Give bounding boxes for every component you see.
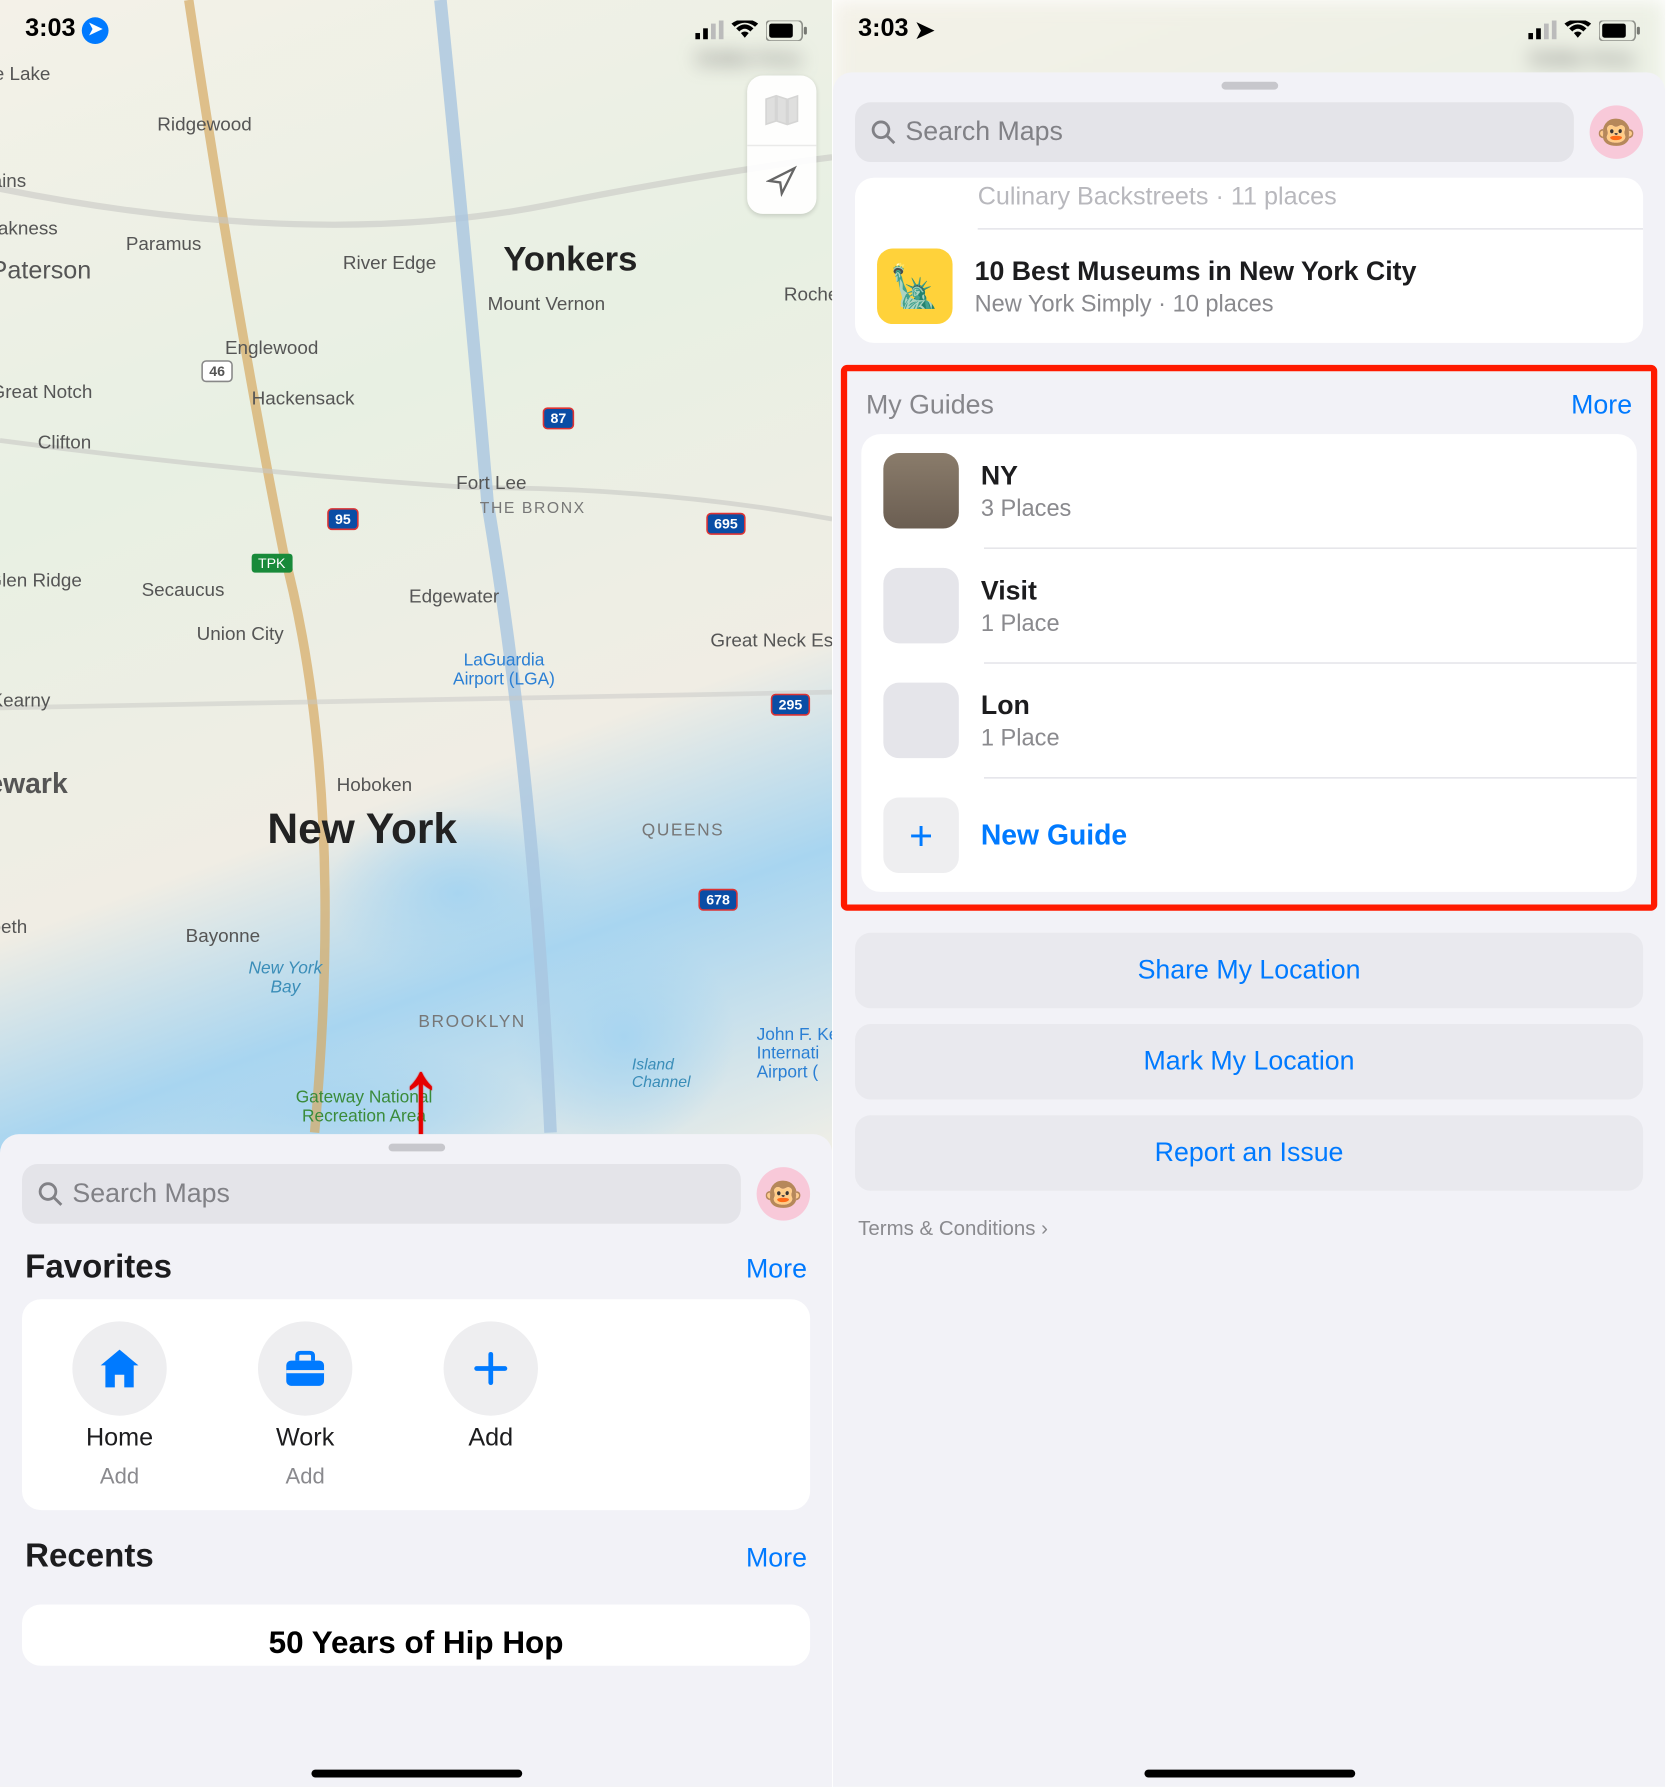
my-guides-more-link[interactable]: More [1571,390,1632,421]
location-services-icon: ➤ [82,17,109,44]
favorite-home[interactable]: Home Add [38,1321,202,1488]
report-issue-button[interactable]: Report an Issue [855,1115,1643,1191]
sheet-grabber[interactable] [1221,82,1278,90]
my-guides-title: My Guides [866,390,994,421]
profile-avatar[interactable]: 🐵 [757,1167,810,1220]
status-bar: 3:03 ➤ [833,0,1665,53]
search-icon [38,1181,63,1206]
home-indicator[interactable] [1144,1770,1355,1778]
home-indicator[interactable] [311,1770,522,1778]
guide-thumbnail [883,683,959,759]
favorites-more-link[interactable]: More [746,1254,807,1285]
my-guides-highlight: My Guides More NY 3 Places Visit 1 Plac [841,365,1657,911]
my-guide-visit[interactable]: Visit 1 Place [861,549,1636,662]
mark-my-location-button[interactable]: Mark My Location [855,1024,1643,1100]
my-guide-ny[interactable]: NY 3 Places [861,434,1636,547]
search-input[interactable]: Search Maps [855,102,1574,162]
my-guide-lon[interactable]: Lon 1 Place [861,664,1636,777]
guide-thumbnail-icon: 🗽 [877,249,953,325]
plus-icon [444,1321,538,1415]
home-icon [72,1321,166,1415]
battery-icon [766,20,807,40]
favorites-title: Favorites [25,1249,172,1287]
wifi-icon [1564,20,1591,39]
profile-avatar[interactable]: 🐵 [1590,105,1643,158]
my-guides-list: NY 3 Places Visit 1 Place Lon [861,434,1636,892]
favorites-card: Home Add Work Add Add [22,1299,810,1510]
map-controls [747,76,816,214]
status-bar: 3:03 ➤ [0,0,832,53]
cellular-icon [695,20,723,39]
search-icon [871,120,896,145]
search-placeholder: Search Maps [72,1178,230,1209]
favorite-work[interactable]: Work Add [223,1321,387,1488]
guide-thumbnail [883,568,959,644]
recents-more-link[interactable]: More [746,1543,807,1574]
chevron-right-icon: › [1041,1216,1048,1240]
sheet-grabber[interactable] [388,1144,445,1152]
previous-guide-partial: Culinary Backstreets · 11 places [855,178,1643,228]
terms-link[interactable]: Terms & Conditions › [833,1206,1665,1248]
new-guide-button[interactable]: + New Guide [861,779,1636,892]
work-icon [258,1321,352,1415]
plus-icon: + [883,798,959,874]
battery-icon [1599,20,1640,40]
locate-me-button[interactable] [747,145,816,214]
map-mode-button[interactable] [747,76,816,145]
wifi-icon [731,20,758,39]
bottom-sheet-expanded[interactable]: Search Maps 🐵 Culinary Backstreets · 11 … [833,72,1665,1787]
search-input[interactable]: Search Maps [22,1164,741,1224]
favorite-add[interactable]: Add [409,1321,573,1488]
guides-editorial-card: Culinary Backstreets · 11 places 🗽 10 Be… [855,178,1643,343]
location-services-icon: ➤ [915,16,935,44]
bottom-sheet[interactable]: Search Maps 🐵 Favorites More Home Add Wo… [0,1134,832,1787]
editorial-guide-museums[interactable]: 🗽 10 Best Museums in New York City New Y… [855,230,1643,343]
guide-thumbnail [883,453,959,529]
share-my-location-button[interactable]: Share My Location [855,933,1643,1009]
status-time: 3:03 [858,16,908,44]
search-placeholder: Search Maps [905,116,1063,147]
recents-title: Recents [25,1538,154,1576]
status-time: 3:03 [25,16,75,44]
recents-card[interactable]: 50 Years of Hip Hop [22,1604,810,1665]
cellular-icon [1528,20,1556,39]
